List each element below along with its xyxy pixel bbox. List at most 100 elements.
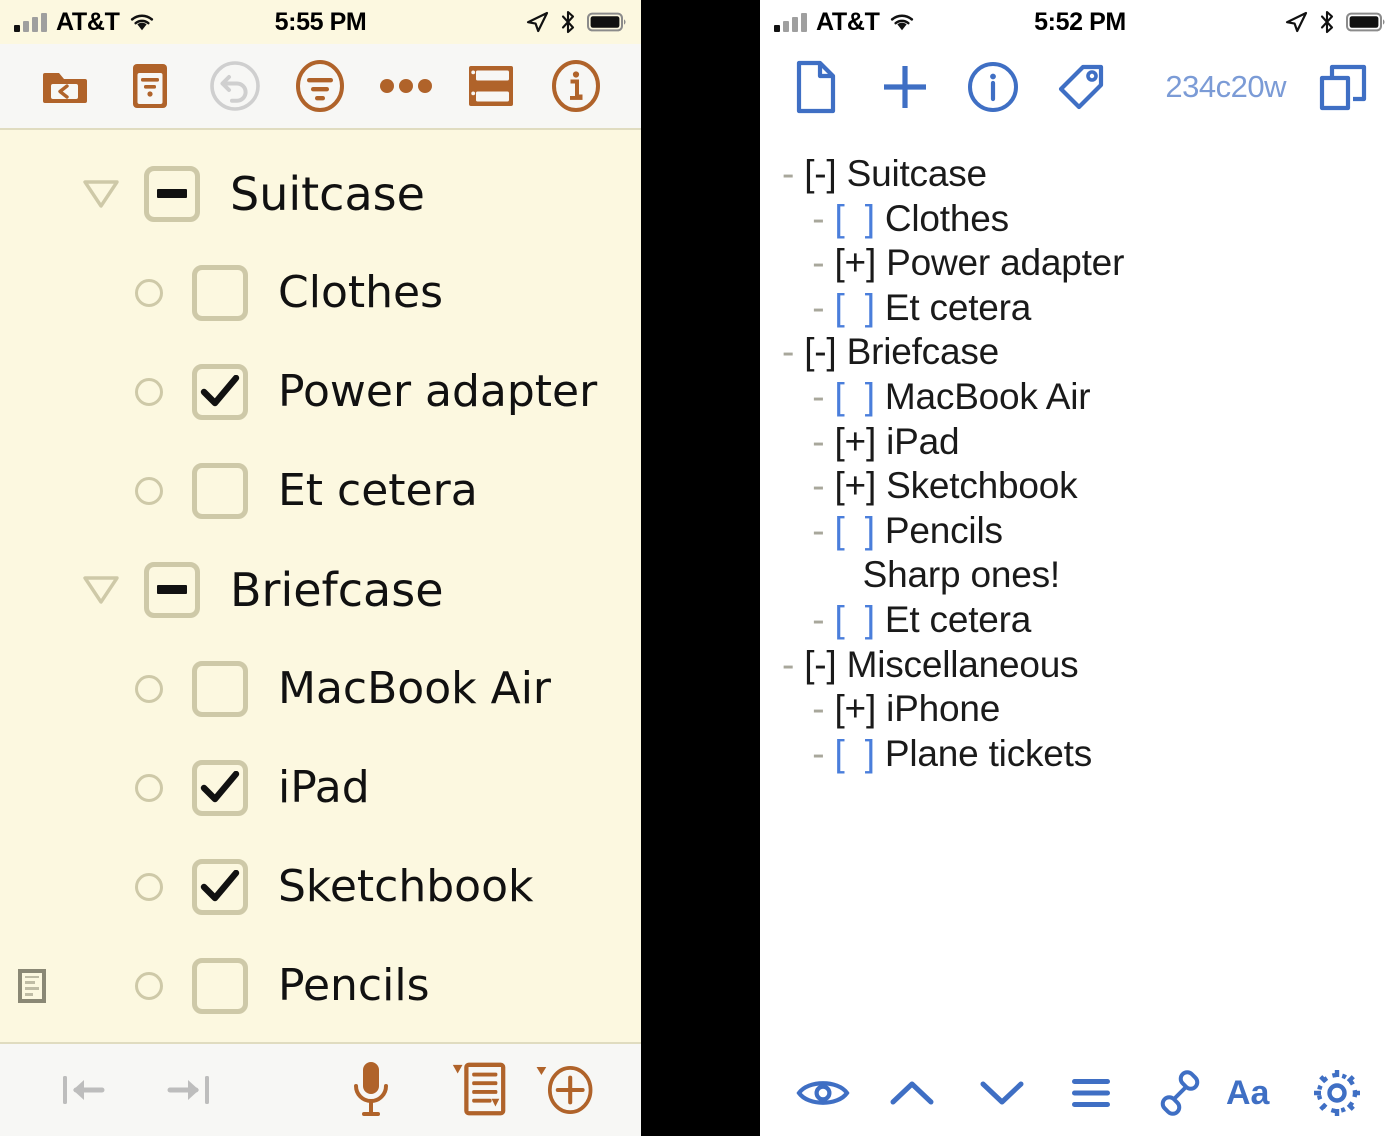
row-checkbox[interactable] — [192, 759, 248, 816]
row-bullet-icon[interactable] — [120, 476, 178, 505]
row-checkbox[interactable] — [192, 462, 248, 519]
outdent-icon[interactable] — [52, 1059, 114, 1121]
filter-icon[interactable] — [289, 55, 351, 117]
outline-row-sketchbook[interactable]: Sketchbook — [0, 837, 641, 936]
text-line[interactable]: - [-] Briefcase — [782, 330, 1400, 375]
left-top-toolbar — [0, 44, 641, 130]
undo-icon[interactable] — [204, 55, 266, 117]
row-bullet-icon[interactable] — [120, 773, 178, 802]
text-line[interactable]: - [+] Sketchbook — [782, 464, 1400, 509]
outline-row-suitcase[interactable]: Suitcase — [0, 144, 641, 243]
line-marker[interactable]: [ ] — [834, 287, 875, 328]
link-icon[interactable] — [1144, 1069, 1217, 1117]
plus-icon[interactable] — [874, 56, 936, 118]
eye-icon[interactable] — [786, 1075, 859, 1111]
text-line[interactable]: - [ ] Pencils — [782, 509, 1400, 554]
line-marker[interactable]: [+] — [834, 242, 876, 283]
row-checkbox[interactable] — [192, 858, 248, 915]
location-arrow-icon — [1285, 11, 1308, 33]
outline-row-clothes[interactable]: Clothes — [0, 243, 641, 342]
text-line-note[interactable]: Sharp ones! — [782, 553, 1400, 598]
line-dash: - — [782, 153, 795, 194]
split-view-icon[interactable] — [460, 55, 522, 117]
info-icon[interactable] — [962, 56, 1024, 118]
text-line[interactable]: - [ ] MacBook Air — [782, 375, 1400, 420]
text-size-icon[interactable]: Aa — [1217, 1073, 1290, 1113]
outline-list[interactable]: Suitcase Clothes Power adapter Et cetera… — [0, 130, 641, 1042]
tag-icon[interactable] — [1050, 56, 1112, 118]
text-line[interactable]: - [+] iPhone — [782, 687, 1400, 732]
row-bullet-icon[interactable] — [120, 377, 178, 406]
left-bottom-toolbar — [0, 1042, 641, 1136]
line-text: iPhone — [886, 688, 1001, 730]
right-phone-panel: AT&T 5:52 PM 234c20w - [-] Suitcase - [… — [760, 0, 1400, 1136]
more-icon[interactable] — [375, 55, 437, 117]
text-line[interactable]: - [+] iPad — [782, 420, 1400, 465]
line-marker[interactable]: [ ] — [834, 599, 875, 640]
note-indicator-icon[interactable] — [18, 968, 46, 1003]
row-checkbox[interactable] — [144, 561, 200, 618]
row-checkbox[interactable] — [192, 957, 248, 1014]
microphone-icon[interactable] — [340, 1059, 402, 1121]
line-marker[interactable]: [+] — [834, 688, 876, 729]
gear-icon[interactable] — [1301, 1067, 1374, 1119]
text-line[interactable]: - [+] Power adapter — [782, 241, 1400, 286]
line-dash: - — [782, 331, 795, 373]
line-dash: - — [782, 643, 795, 685]
outline-row-et-cetera[interactable]: Et cetera — [0, 441, 641, 540]
row-bullet-icon[interactable] — [120, 278, 178, 307]
new-document-icon[interactable] — [786, 56, 848, 118]
line-text: Sketchbook — [886, 465, 1078, 507]
outline-row-briefcase[interactable]: Briefcase — [0, 540, 641, 639]
chevron-down-icon[interactable] — [965, 1076, 1038, 1110]
line-marker[interactable]: [ ] — [834, 733, 875, 774]
text-line[interactable]: - [ ] Plane tickets — [782, 732, 1400, 777]
add-note-icon[interactable] — [447, 1059, 509, 1121]
folder-back-icon[interactable] — [34, 55, 96, 117]
document-outline-icon[interactable] — [119, 55, 181, 117]
indent-icon[interactable] — [158, 1059, 220, 1121]
line-marker[interactable]: [ ] — [834, 376, 875, 417]
line-marker[interactable]: [+] — [834, 421, 876, 462]
line-text: Suitcase — [846, 153, 988, 194]
carrier-label: AT&T — [816, 7, 880, 36]
outline-row-label: Briefcase — [230, 562, 444, 617]
row-checkbox[interactable] — [192, 363, 248, 420]
outline-row-label: Clothes — [278, 267, 443, 318]
outline-row-label: Sketchbook — [278, 861, 534, 912]
text-line[interactable]: - [-] Miscellaneous — [782, 643, 1400, 688]
duplicate-icon[interactable] — [1312, 56, 1374, 118]
add-row-icon[interactable] — [533, 1059, 595, 1121]
row-bullet-icon[interactable] — [120, 674, 178, 703]
battery-icon — [1346, 12, 1385, 32]
text-line[interactable]: - [ ] Et cetera — [782, 286, 1400, 331]
outline-row-macbook-air[interactable]: MacBook Air — [0, 639, 641, 738]
outline-row-power-adapter[interactable]: Power adapter — [0, 342, 641, 441]
outline-row-pencils[interactable]: Pencils — [0, 936, 641, 1035]
chevron-up-icon[interactable] — [875, 1076, 948, 1110]
line-dash: - — [812, 509, 825, 551]
row-bullet-icon[interactable] — [120, 872, 178, 901]
markdown-text-body[interactable]: - [-] Suitcase - [ ] Clothes - [+] Power… — [760, 130, 1400, 1050]
line-marker[interactable]: [ ] — [834, 510, 875, 551]
line-marker[interactable]: [ ] — [834, 198, 875, 239]
list-icon[interactable] — [1054, 1076, 1127, 1110]
row-checkbox[interactable] — [144, 165, 200, 222]
row-checkbox[interactable] — [192, 660, 248, 717]
outline-row-ipad[interactable]: iPad — [0, 738, 641, 837]
row-checkbox[interactable] — [192, 264, 248, 321]
line-marker[interactable]: [+] — [834, 465, 876, 506]
line-marker[interactable]: [-] — [804, 153, 836, 194]
line-marker[interactable]: [-] — [804, 331, 836, 372]
text-line[interactable]: - [ ] Et cetera — [782, 598, 1400, 643]
line-marker[interactable]: [-] — [804, 644, 836, 685]
info-icon[interactable] — [545, 55, 607, 117]
text-line[interactable]: - [-] Suitcase — [782, 152, 1400, 197]
row-bullet-icon[interactable] — [120, 971, 178, 1000]
disclosure-triangle-icon[interactable] — [72, 177, 130, 211]
disclosure-triangle-icon[interactable] — [72, 573, 130, 607]
outline-row-label: Pencils — [278, 960, 430, 1011]
line-text: Et cetera — [884, 598, 1032, 640]
signal-bars-icon — [774, 12, 807, 32]
text-line[interactable]: - [ ] Clothes — [782, 197, 1400, 242]
